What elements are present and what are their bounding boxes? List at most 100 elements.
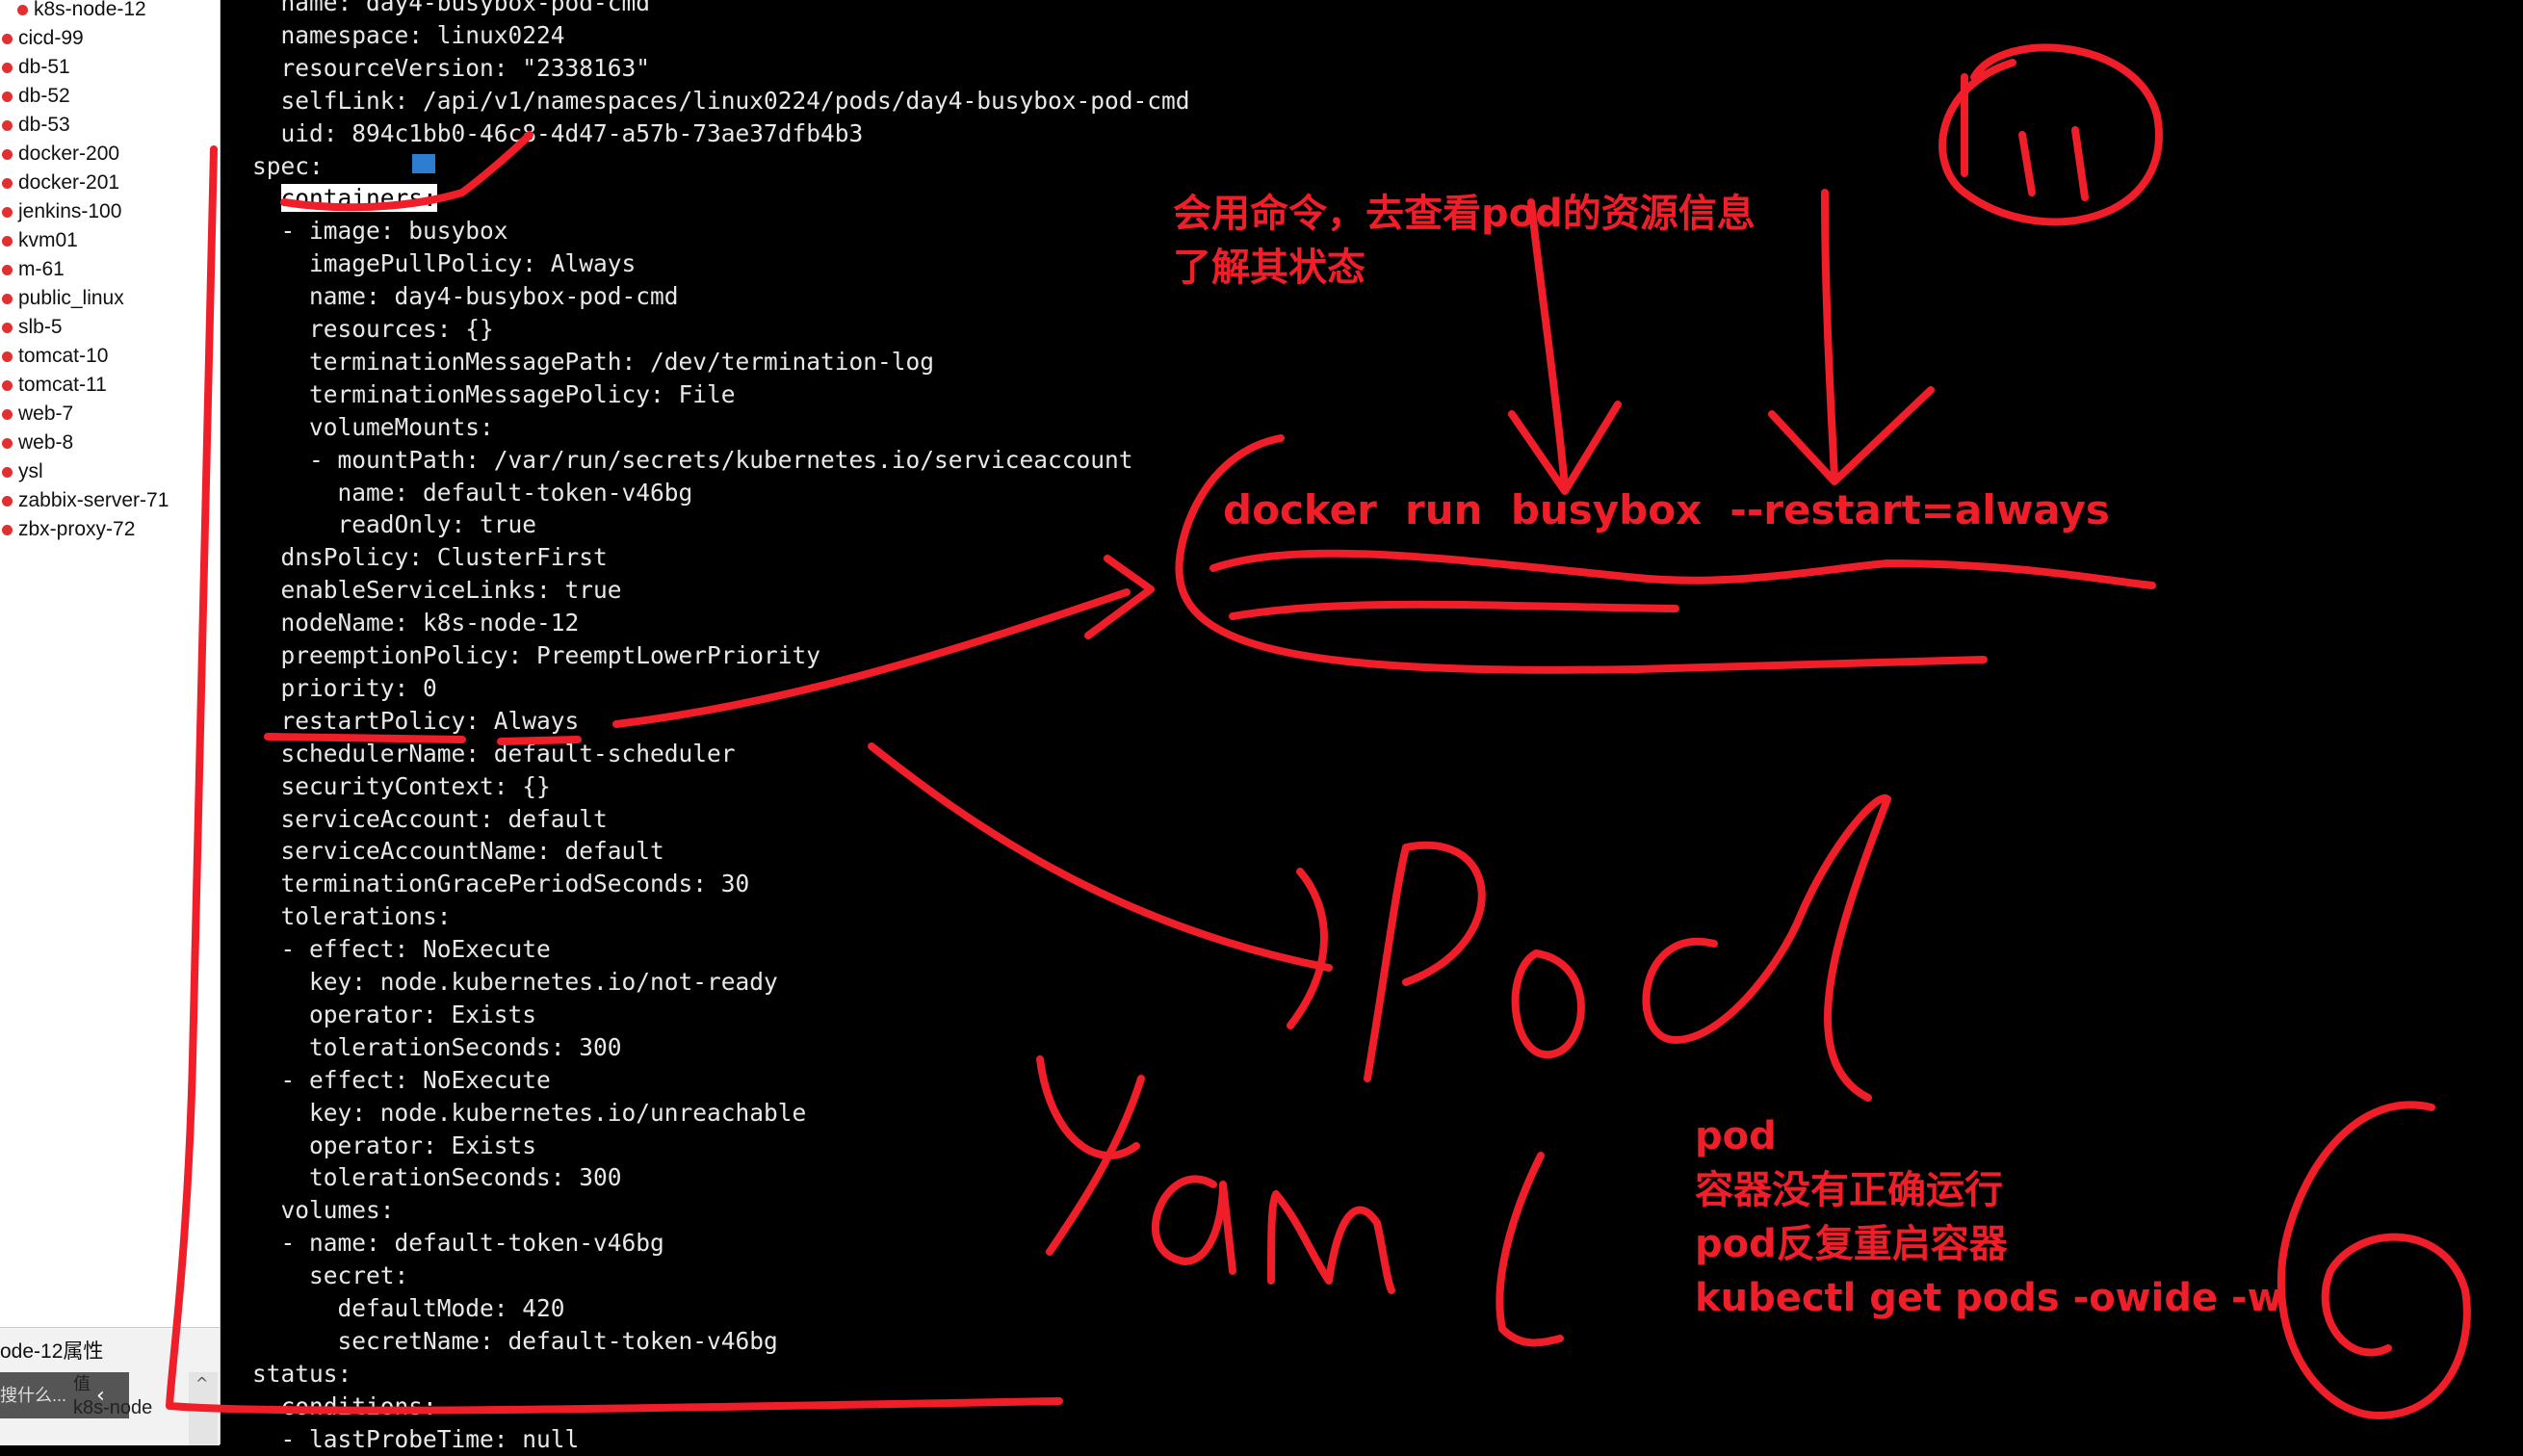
note-inspect-pod: 会用命令，去查看pod的资源信息 了解其状态 (1173, 187, 1756, 295)
terminal-line: resourceVersion: "2338163" (252, 53, 651, 82)
terminal-line: operator: Exists (252, 1131, 537, 1159)
session-icon (2, 264, 13, 275)
session-item[interactable]: web-8 (0, 429, 73, 457)
terminal-line: containers: (252, 182, 437, 215)
session-item[interactable]: kvm01 (0, 226, 78, 255)
session-item[interactable]: db-52 (0, 82, 70, 111)
terminal-line: operator: Exists (252, 1000, 537, 1028)
terminal-line: terminationMessagePath: /dev/termination… (252, 347, 935, 376)
terminal-line: priority: 0 (252, 673, 437, 702)
session-label: web-7 (18, 403, 74, 425)
note-pod-line4: kubectl get pods -owide -w (1695, 1276, 2283, 1320)
terminal-line: - effect: NoExecute (252, 1065, 551, 1094)
session-icon (2, 379, 13, 391)
session-label: docker-200 (18, 143, 120, 165)
session-item[interactable]: tomcat-10 (0, 342, 108, 371)
properties-title: ode-12属性 (0, 1340, 104, 1363)
session-item[interactable]: tomcat-11 (0, 371, 107, 400)
session-icon (2, 62, 13, 73)
session-label: db-53 (18, 114, 70, 136)
session-label: public_linux (18, 287, 124, 309)
chevron-up-icon[interactable]: ^ (195, 1374, 208, 1392)
session-item[interactable]: ysl (0, 457, 43, 486)
session-item[interactable]: db-53 (0, 111, 70, 140)
terminal-line: nodeName: k8s-node-12 (252, 609, 580, 637)
session-label: docker-201 (18, 171, 120, 194)
session-icon (2, 524, 13, 535)
terminal-line: spec: (252, 151, 324, 180)
terminal-line: - lastProbeTime: null (252, 1424, 580, 1453)
session-item[interactable]: cicd-99 (0, 24, 84, 53)
terminal-cursor-icon (412, 154, 435, 173)
session-item[interactable]: public_linux (0, 284, 124, 313)
session-label: zbx-proxy-72 (18, 518, 136, 540)
value-column-header: 值 (73, 1374, 91, 1393)
session-label: web-8 (18, 431, 74, 454)
note-pod-line3: pod反复重启容器 (1695, 1222, 2008, 1266)
session-label: cicd-99 (18, 27, 84, 49)
terminal-line: - mountPath: /var/run/secrets/kubernetes… (252, 445, 1133, 474)
terminal-line: name: default-token-v46bg (252, 478, 693, 507)
session-item[interactable]: docker-201 (0, 169, 119, 197)
session-icon (17, 4, 28, 15)
session-icon (2, 322, 13, 333)
terminal-line: terminationMessagePolicy: File (252, 379, 736, 408)
terminal-line: secretName: default-token-v46bg (252, 1326, 778, 1355)
session-icon (2, 408, 13, 420)
session-label: zabbix-server-71 (18, 489, 169, 511)
terminal-line: restartPolicy: Always (252, 706, 580, 735)
session-icon (2, 148, 13, 160)
session-item[interactable]: docker-200 (0, 140, 119, 169)
terminal-line: - effect: NoExecute (252, 935, 551, 964)
terminal-line: volumeMounts: (252, 412, 494, 441)
terminal-line: terminationGracePeriodSeconds: 30 (252, 870, 750, 898)
session-label: jenkins-100 (18, 200, 122, 222)
terminal-line: schedulerName: default-scheduler (252, 739, 736, 767)
properties-scrollbar[interactable]: ^ (189, 1372, 218, 1445)
terminal-line: - image: busybox (252, 217, 508, 246)
terminal-line: selfLink: /api/v1/namespaces/linux0224/p… (252, 86, 1190, 115)
session-label: kvm01 (18, 229, 78, 251)
terminal-line: dnsPolicy: ClusterFirst (252, 543, 608, 572)
session-item[interactable]: db-51 (0, 53, 70, 82)
session-item[interactable]: m-61 (0, 255, 65, 284)
terminal-line: imagePullPolicy: Always (252, 249, 637, 278)
properties-panel: ode-12属性 搜什么... ‹ 值 k8s-node ^ (0, 1327, 220, 1445)
terminal-line: tolerations: (252, 902, 452, 931)
terminal-line: secret: (252, 1261, 409, 1290)
terminal-line: name: day4-busybox-pod-cmd (252, 282, 679, 311)
terminal-line: conditions: (252, 1391, 437, 1420)
property-value: k8s-node (73, 1397, 153, 1418)
terminal-line: key: node.kubernetes.io/not-ready (252, 968, 778, 996)
terminal-line: enableServiceLinks: true (252, 576, 622, 605)
session-icon (2, 235, 13, 247)
note-inspect-line2: 了解其状态 (1173, 246, 1366, 290)
terminal-line: volumes: (252, 1196, 395, 1225)
session-label: tomcat-11 (18, 374, 107, 396)
terminal-line: resources: {} (252, 315, 494, 343)
note-pod-line1: pod (1695, 1114, 1777, 1158)
session-item[interactable]: web-7 (0, 400, 73, 429)
terminal-line: key: node.kubernetes.io/unreachable (252, 1098, 807, 1127)
terminal-line: defaultMode: 420 (252, 1294, 565, 1322)
docker-command-text: docker run busybox --restart=always (1223, 486, 2110, 533)
session-item[interactable]: k8s-node-12 (0, 0, 146, 24)
session-sidebar: k8s-node-12 cicd-99 db-51 db-52 db-53 docker-… (0, 0, 221, 1445)
session-item[interactable]: slb-5 (0, 313, 63, 342)
terminal-line: namespace: linux0224 (252, 20, 565, 49)
session-item[interactable]: zabbix-server-71 (0, 486, 169, 515)
session-icon (2, 495, 13, 507)
terminal-line: serviceAccount: default (252, 804, 608, 833)
session-label: slb-5 (18, 316, 63, 338)
terminal-line: status: (252, 1359, 352, 1388)
terminal-line: readOnly: true (252, 510, 537, 539)
note-pod-restart: pod 容器没有正确运行 pod反复重启容器 kubectl get pods … (1695, 1109, 2283, 1325)
terminal-line: uid: 894c1bb0-46c8-4d47-a57b-73ae37dfb4b… (252, 118, 864, 147)
session-icon (2, 33, 13, 44)
session-item[interactable]: jenkins-100 (0, 197, 121, 226)
note-pod-line2: 容器没有正确运行 (1695, 1168, 2003, 1212)
session-label: tomcat-10 (18, 345, 109, 367)
session-label: db-51 (18, 56, 70, 78)
session-item[interactable]: zbx-proxy-72 (0, 515, 135, 544)
terminal-line: preemptionPolicy: PreemptLowerPriority (252, 641, 821, 669)
